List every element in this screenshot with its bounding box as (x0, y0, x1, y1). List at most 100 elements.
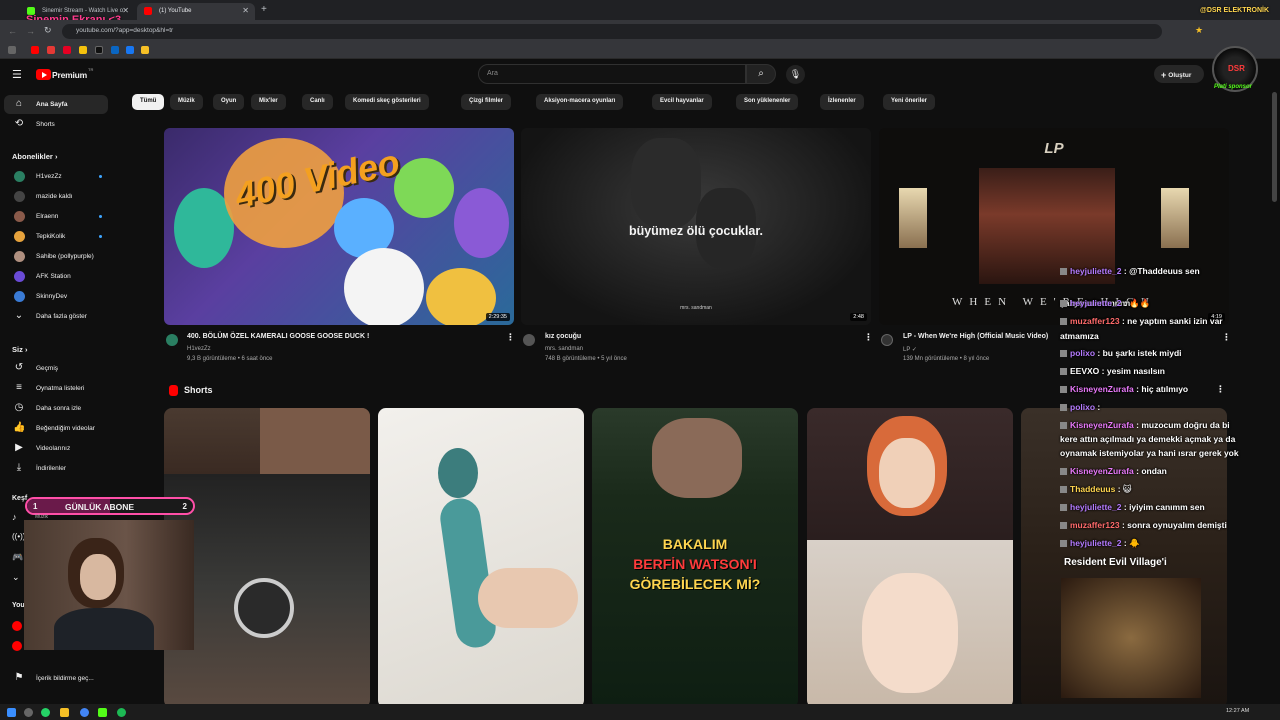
chip-3[interactable]: Mix'ler (251, 94, 286, 110)
sidebar-item-liked[interactable]: 👍 Beğendiğim videolar (4, 419, 108, 438)
sidebar-item-your-videos[interactable]: ▶ Videolarınız (4, 439, 108, 458)
channel-name[interactable]: LP ✓ (903, 346, 917, 353)
obs-icon[interactable] (98, 708, 107, 717)
subscription-item[interactable]: Sahibe (pollypurple) (4, 247, 108, 266)
chip-9[interactable]: Son yüklenenler (736, 94, 799, 110)
channel-name[interactable]: H1vezZz (187, 346, 211, 352)
back-icon[interactable]: ← (8, 26, 17, 36)
url-field[interactable]: youtube.com/?app=desktop&hl=tr (62, 24, 1162, 39)
chip-11[interactable]: Yeni öneriler (883, 94, 936, 110)
playlists-icon: ≡ (16, 382, 22, 393)
new-tab-button[interactable]: + (261, 4, 267, 15)
bookmark-pinterest-icon[interactable] (63, 46, 71, 54)
more-actions-icon[interactable]: ⋮ (1222, 332, 1231, 343)
search-input[interactable]: Ara (478, 64, 746, 84)
file-explorer-icon[interactable] (60, 708, 69, 717)
chrome-icon[interactable] (80, 708, 89, 717)
chip-10[interactable]: İzlenenler (820, 94, 864, 110)
forward-icon[interactable]: → (26, 26, 35, 36)
video-title[interactable]: 400. BÖLÜM ÖZEL KAMERALI GOOSE GOOSE DUC… (187, 333, 369, 340)
youtube-music-icon[interactable] (12, 641, 22, 651)
more-actions-icon[interactable]: ⋮ (1216, 384, 1225, 395)
subscription-item[interactable]: H1vezZz (4, 167, 108, 186)
bookmark-facebook-icon[interactable] (126, 46, 134, 54)
subscriber-goal-bar: 1 GÜNLÜK ABONE 2 (25, 497, 195, 515)
taskbar (0, 704, 1280, 720)
subscriptions-heading[interactable]: Abonelikler › (12, 152, 57, 161)
chip-1[interactable]: Müzik (170, 94, 203, 110)
person-face (879, 438, 935, 508)
close-tab-icon[interactable]: ✕ (122, 6, 129, 15)
bookmark-icon[interactable] (79, 46, 87, 54)
bookmark-star-icon[interactable] (141, 46, 149, 54)
video-title[interactable]: kız çocuğu (545, 333, 581, 340)
channel-avatar[interactable] (523, 334, 535, 346)
chip-0[interactable]: Tümü (132, 94, 165, 110)
youtube-logo-icon[interactable] (36, 69, 51, 80)
subscription-item[interactable]: mazide kaldı (4, 187, 108, 206)
hamburger-menu-icon[interactable]: ☰ (12, 68, 22, 81)
you-heading[interactable]: Siz › (12, 345, 27, 354)
sidebar-item-ana-sayfa[interactable]: ⌂ Ana Sayfa (4, 95, 108, 114)
subscription-item[interactable]: AFK Station (4, 267, 108, 286)
search-button[interactable]: ⌕ (746, 64, 776, 84)
channel-avatar[interactable] (881, 334, 893, 346)
video-thumbnail[interactable]: büyümez ölü çocuklar. mrs. sandman 2:48 (521, 128, 871, 325)
channel-name[interactable]: mrs. sandman (545, 346, 583, 352)
apps-icon[interactable] (8, 46, 16, 54)
sidebar-item-shorts[interactable]: ⟲ Shorts (4, 115, 108, 134)
chip-8[interactable]: Evcil hayvanlar (652, 94, 712, 110)
bookmark-star-icon[interactable]: ★ (1195, 25, 1203, 36)
chevron-down-icon[interactable]: ⌄ (12, 572, 20, 583)
bookmark-linkedin-icon[interactable] (111, 46, 119, 54)
chip-7[interactable]: Aksiyon-macera oyunları (536, 94, 624, 110)
spotify-icon[interactable] (117, 708, 126, 717)
whatsapp-icon[interactable] (41, 708, 50, 717)
chat-text: : hiç atılmıyo (1136, 384, 1189, 394)
chip-4[interactable]: Canlı (302, 94, 333, 110)
windows-start-icon[interactable] (7, 708, 16, 717)
tab-youtube[interactable]: (1) YouTube ✕ (137, 3, 255, 20)
short-thumbnail[interactable] (378, 408, 584, 708)
short-thumbnail[interactable] (807, 408, 1013, 708)
video-thumbnail[interactable]: 400 Video 2:29:35 (164, 128, 514, 325)
channel-avatar (14, 171, 25, 182)
person-face (80, 554, 116, 600)
close-tab-icon[interactable]: ✕ (242, 6, 249, 15)
plus-icon: + (1161, 70, 1167, 80)
bookmark-youtube-icon[interactable] (31, 46, 39, 54)
report-history-link[interactable]: ⚑ İçerik bildirme geç... (4, 669, 108, 688)
subscription-item[interactable]: TepkiKolik (4, 227, 108, 246)
youtube-studio-icon[interactable] (12, 621, 22, 631)
sidebar-item-history[interactable]: ↺ Geçmiş (4, 359, 108, 378)
create-button[interactable]: + Oluştur (1154, 65, 1204, 83)
new-content-dot (99, 175, 102, 178)
short-thumbnail[interactable]: BAKALIM BERFİN WATSON'I GÖREBİLECEK Mİ? (592, 408, 798, 708)
subscription-item[interactable]: Elraenn (4, 207, 108, 226)
short-thumbnail[interactable] (164, 408, 370, 708)
chip-5[interactable]: Komedi skeç gösterileri (345, 94, 429, 110)
subscription-item[interactable]: SkinnyDev (4, 287, 108, 306)
sidebar-item-downloads[interactable]: ⤓ İndirilenler (4, 459, 108, 478)
channel-avatar[interactable] (166, 334, 178, 346)
video-thumbnail[interactable]: LP WHEN WE'RE HIGH 4:19 (879, 128, 1229, 325)
bookmark-tiktok-icon[interactable] (95, 46, 103, 54)
gaming-icon[interactable]: 🎮 (12, 552, 23, 563)
sidebar-item-playlists[interactable]: ≡ Oynatma listeleri (4, 379, 108, 398)
chip-6[interactable]: Çizgi filmler (461, 94, 512, 110)
bookmark-icon[interactable] (47, 46, 55, 54)
show-more-button[interactable]: ⌄ Daha fazla göster (4, 307, 108, 326)
search-icon[interactable] (24, 708, 33, 717)
chat-badge-icon (1060, 468, 1067, 475)
more-actions-icon[interactable]: ⋮ (864, 332, 873, 343)
video-title[interactable]: LP - When We're High (Official Music Vid… (903, 333, 1048, 340)
page-scrollbar[interactable] (1272, 92, 1277, 202)
video-meta: 748 B görüntüleme • 5 yıl önce (545, 356, 627, 362)
chip-2[interactable]: Oyun (213, 94, 245, 110)
bookmarks-bar (0, 42, 1280, 59)
voice-search-button[interactable]: 🎙 (786, 65, 805, 84)
tiktok-music-icon[interactable]: ♪ (12, 512, 17, 522)
sidebar-item-watch-later[interactable]: ◷ Daha sonra izle (4, 399, 108, 418)
more-actions-icon[interactable]: ⋮ (506, 332, 515, 343)
reload-icon[interactable]: ↻ (44, 25, 52, 36)
